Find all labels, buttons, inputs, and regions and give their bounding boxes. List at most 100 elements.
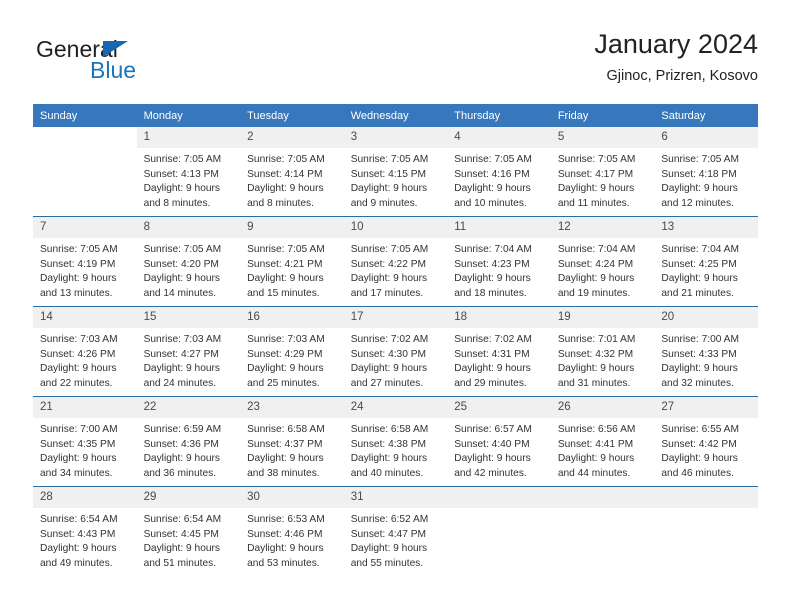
daylight-text-line2: and 14 minutes. (143, 287, 217, 299)
daylight-text-line1: Daylight: 9 hours (350, 273, 428, 285)
calendar-body: 1 Sunrise: 7:05 AM Sunset: 4:13 PM Dayli… (33, 127, 758, 576)
sunset-text: Sunset: 4:36 PM (143, 438, 219, 450)
day-info: Sunrise: 7:04 AM Sunset: 4:25 PM Dayligh… (654, 238, 758, 301)
weekday-header-friday: Friday (550, 104, 655, 127)
day-cell[interactable]: 5 Sunrise: 7:05 AM Sunset: 4:17 PM Dayli… (550, 127, 655, 217)
day-cell[interactable]: 14 Sunrise: 7:03 AM Sunset: 4:26 PM Dayl… (33, 306, 137, 397)
sunset-text: Sunset: 4:21 PM (247, 258, 323, 270)
day-cell[interactable]: 6 Sunrise: 7:05 AM Sunset: 4:18 PM Dayli… (654, 127, 758, 217)
day-cell[interactable]: 20 Sunrise: 7:00 AM Sunset: 4:33 PM Dayl… (654, 306, 758, 397)
day-number: 19 (550, 307, 655, 328)
day-cell[interactable]: 9 Sunrise: 7:05 AM Sunset: 4:21 PM Dayli… (240, 216, 344, 307)
day-number: 3 (343, 127, 448, 148)
daylight-text-line1: Daylight: 9 hours (350, 543, 428, 555)
page-header: General Blue January 2024 Gjinoc, Prizre… (0, 0, 792, 100)
sunrise-text: Sunrise: 7:05 AM (350, 244, 429, 255)
day-cell[interactable]: 13 Sunrise: 7:04 AM Sunset: 4:25 PM Dayl… (654, 216, 758, 307)
day-number: 26 (550, 397, 655, 418)
daylight-text-line2: and 8 minutes. (143, 197, 211, 209)
day-cell[interactable]: 19 Sunrise: 7:01 AM Sunset: 4:32 PM Dayl… (550, 306, 655, 397)
daylight-text-line2: and 38 minutes. (247, 467, 320, 479)
day-number: 12 (550, 217, 655, 238)
day-cell[interactable]: 31 Sunrise: 6:52 AM Sunset: 4:47 PM Dayl… (343, 486, 448, 576)
day-info: Sunrise: 6:55 AM Sunset: 4:42 PM Dayligh… (654, 418, 758, 481)
day-cell[interactable]: 27 Sunrise: 6:55 AM Sunset: 4:42 PM Dayl… (654, 396, 758, 487)
day-cell[interactable]: 22 Sunrise: 6:59 AM Sunset: 4:36 PM Dayl… (136, 396, 241, 487)
daylight-text-line1: Daylight: 9 hours (143, 273, 221, 285)
day-info: Sunrise: 6:53 AM Sunset: 4:46 PM Dayligh… (240, 508, 344, 571)
day-cell[interactable]: 11 Sunrise: 7:04 AM Sunset: 4:23 PM Dayl… (447, 216, 551, 307)
day-cell[interactable]: 29 Sunrise: 6:54 AM Sunset: 4:45 PM Dayl… (136, 486, 241, 576)
sunrise-text: Sunrise: 7:05 AM (247, 244, 325, 255)
daylight-text-line2: and 15 minutes. (247, 287, 320, 299)
day-cell[interactable]: 10 Sunrise: 7:05 AM Sunset: 4:22 PM Dayl… (343, 216, 448, 307)
calendar-week-row: 7 Sunrise: 7:05 AM Sunset: 4:19 PM Dayli… (33, 216, 758, 307)
daylight-text-line1: Daylight: 9 hours (350, 453, 428, 465)
day-number: 2 (240, 127, 344, 148)
sunset-text: Sunset: 4:41 PM (557, 438, 634, 450)
day-number (550, 487, 655, 508)
day-number: 7 (33, 217, 137, 238)
day-cell[interactable]: 21 Sunrise: 7:00 AM Sunset: 4:35 PM Dayl… (33, 396, 137, 487)
daylight-text-line2: and 32 minutes. (661, 377, 734, 389)
day-info: Sunrise: 7:05 AM Sunset: 4:18 PM Dayligh… (654, 148, 758, 211)
day-cell[interactable]: 15 Sunrise: 7:03 AM Sunset: 4:27 PM Dayl… (136, 306, 241, 397)
day-info: Sunrise: 7:03 AM Sunset: 4:29 PM Dayligh… (240, 328, 344, 391)
general-blue-logo: General Blue (36, 36, 236, 88)
day-cell[interactable]: 16 Sunrise: 7:03 AM Sunset: 4:29 PM Dayl… (240, 306, 344, 397)
day-cell[interactable]: 4 Sunrise: 7:05 AM Sunset: 4:16 PM Dayli… (447, 127, 551, 217)
day-cell[interactable]: 26 Sunrise: 6:56 AM Sunset: 4:41 PM Dayl… (550, 396, 655, 487)
sunset-text: Sunset: 4:33 PM (661, 348, 737, 360)
day-cell[interactable]: 8 Sunrise: 7:05 AM Sunset: 4:20 PM Dayli… (136, 216, 241, 307)
day-cell[interactable]: 24 Sunrise: 6:58 AM Sunset: 4:38 PM Dayl… (343, 396, 448, 487)
day-number: 11 (447, 217, 551, 238)
calendar-table: Sunday Monday Tuesday Wednesday Thursday… (33, 104, 758, 576)
day-cell[interactable]: 28 Sunrise: 6:54 AM Sunset: 4:43 PM Dayl… (33, 486, 137, 576)
daylight-text-line2: and 8 minutes. (247, 197, 314, 209)
daylight-text-line2: and 17 minutes. (350, 287, 424, 299)
daylight-text-line2: and 9 minutes. (350, 197, 418, 209)
day-cell[interactable]: 12 Sunrise: 7:04 AM Sunset: 4:24 PM Dayl… (550, 216, 655, 307)
sunset-text: Sunset: 4:29 PM (247, 348, 323, 360)
sunset-text: Sunset: 4:32 PM (557, 348, 634, 360)
day-cell[interactable]: 1 Sunrise: 7:05 AM Sunset: 4:13 PM Dayli… (136, 127, 241, 217)
day-cell[interactable]: 7 Sunrise: 7:05 AM Sunset: 4:19 PM Dayli… (33, 216, 137, 307)
daylight-text-line2: and 25 minutes. (247, 377, 320, 389)
day-info: Sunrise: 6:58 AM Sunset: 4:38 PM Dayligh… (344, 418, 448, 481)
day-cell[interactable]: 17 Sunrise: 7:02 AM Sunset: 4:30 PM Dayl… (343, 306, 448, 397)
day-cell[interactable]: 2 Sunrise: 7:05 AM Sunset: 4:14 PM Dayli… (240, 127, 344, 217)
sunrise-text: Sunrise: 7:04 AM (661, 244, 739, 255)
daylight-text-line2: and 40 minutes. (350, 467, 424, 479)
sunset-text: Sunset: 4:19 PM (40, 258, 116, 270)
sunset-text: Sunset: 4:35 PM (40, 438, 116, 450)
daylight-text-line1: Daylight: 9 hours (247, 183, 324, 195)
day-info: Sunrise: 6:56 AM Sunset: 4:41 PM Dayligh… (551, 418, 655, 481)
daylight-text-line2: and 42 minutes. (454, 467, 527, 479)
day-cell[interactable]: 30 Sunrise: 6:53 AM Sunset: 4:46 PM Dayl… (240, 486, 344, 576)
sunrise-text: Sunrise: 7:04 AM (454, 244, 532, 255)
day-number: 27 (654, 397, 758, 418)
daylight-text-line2: and 34 minutes. (40, 467, 113, 479)
day-number: 15 (136, 307, 241, 328)
daylight-text-line2: and 44 minutes. (557, 467, 631, 479)
sunrise-text: Sunrise: 7:02 AM (350, 334, 429, 345)
day-info: Sunrise: 6:57 AM Sunset: 4:40 PM Dayligh… (447, 418, 551, 481)
sunset-text: Sunset: 4:37 PM (247, 438, 323, 450)
day-number: 30 (240, 487, 344, 508)
daylight-text-line1: Daylight: 9 hours (661, 273, 738, 285)
sunrise-text: Sunrise: 7:05 AM (143, 154, 222, 165)
day-cell-empty (550, 486, 655, 576)
day-number: 13 (654, 217, 758, 238)
day-number: 25 (447, 397, 551, 418)
daylight-text-line1: Daylight: 9 hours (40, 273, 117, 285)
day-cell[interactable]: 3 Sunrise: 7:05 AM Sunset: 4:15 PM Dayli… (343, 127, 448, 217)
day-number: 21 (33, 397, 137, 418)
daylight-text-line2: and 18 minutes. (454, 287, 527, 299)
day-cell[interactable]: 18 Sunrise: 7:02 AM Sunset: 4:31 PM Dayl… (447, 306, 551, 397)
day-cell[interactable]: 23 Sunrise: 6:58 AM Sunset: 4:37 PM Dayl… (240, 396, 344, 487)
day-number: 31 (343, 487, 448, 508)
day-cell[interactable]: 25 Sunrise: 6:57 AM Sunset: 4:40 PM Dayl… (447, 396, 551, 487)
sunrise-text: Sunrise: 6:58 AM (247, 424, 325, 435)
sunset-text: Sunset: 4:43 PM (40, 528, 116, 540)
sunrise-text: Sunrise: 7:04 AM (557, 244, 636, 255)
